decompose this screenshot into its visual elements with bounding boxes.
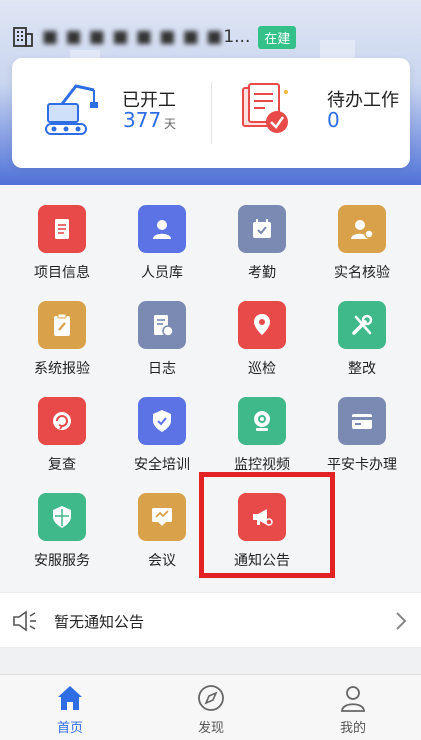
grid-item-safety-training[interactable]: 安全培训 (112, 392, 212, 482)
grid-item-label: 复查 (48, 457, 76, 473)
grid-item-rectification[interactable]: 整改 (312, 296, 412, 386)
calendar-check-icon (238, 205, 286, 253)
camera-icon (238, 397, 286, 445)
grid-item-system-inspection[interactable]: 系统报验 (12, 296, 112, 386)
grid-item-label: 监控视频 (234, 457, 290, 473)
presentation-icon (138, 493, 186, 541)
grid-item-label: 安全培训 (134, 457, 190, 473)
grid-item-label: 安服服务 (34, 553, 90, 569)
grid-item-recheck[interactable]: 复查 (12, 392, 112, 482)
grid-item-realname-verify[interactable]: 实名核验 (312, 200, 412, 290)
compass-icon (198, 685, 224, 711)
notice-text: 暂无通知公告 (54, 613, 145, 631)
todo-document-icon (242, 83, 288, 133)
grid-item-project-info[interactable]: 项目信息 (12, 200, 112, 290)
grid-item-label: 会议 (148, 553, 176, 569)
project-name: ■ ■ ■ ■ ■ ■ ■ ■ (42, 27, 224, 47)
stat-todo[interactable]: 待办工作 0 (211, 58, 410, 168)
grid-item-label: 考勤 (248, 265, 276, 281)
tab-home[interactable]: 首页 (20, 683, 120, 739)
document-list-icon (38, 205, 86, 253)
chevron-right-icon[interactable] (395, 611, 407, 631)
shield-icon (38, 493, 86, 541)
project-title-bar[interactable]: ■ ■ ■ ■ ■ ■ ■ ■ 1... 在建 (12, 24, 297, 50)
card-icon (338, 397, 386, 445)
tab-discover-label: 发现 (197, 721, 224, 736)
grid-item-label: 整改 (348, 361, 376, 377)
grid-item-patrol[interactable]: 巡检 (212, 296, 312, 386)
grid-item-label: 巡检 (248, 361, 276, 377)
status-badge: 在建 (258, 25, 297, 49)
person-verify-icon (338, 205, 386, 253)
home-icon (58, 686, 82, 710)
notice-bar[interactable]: 暂无通知公告 (0, 592, 421, 648)
clipboard-tool-icon (38, 301, 86, 349)
bottom-tab-bar: 首页 发现 我的 (0, 674, 421, 740)
grid-item-meeting[interactable]: 会议 (112, 488, 212, 578)
grid-item-attendance[interactable]: 考勤 (212, 200, 312, 290)
wrench-icon (338, 301, 386, 349)
location-pin-icon (238, 301, 286, 349)
grid-item-personnel[interactable]: 人员库 (112, 200, 212, 290)
tab-discover[interactable]: 发现 (161, 683, 261, 739)
refresh-icon (38, 397, 86, 445)
tab-mine-label: 我的 (339, 721, 366, 736)
person-icon (138, 205, 186, 253)
stat-started-value: 377 (123, 108, 162, 132)
highlight-box (199, 472, 335, 578)
grid-item-security-service[interactable]: 安服服务 (12, 488, 112, 578)
crane-vehicle-icon (45, 84, 98, 135)
log-clock-icon (138, 301, 186, 349)
grid-item-label: 平安卡办理 (327, 457, 397, 473)
grid-item-log[interactable]: 日志 (112, 296, 212, 386)
grid-item-label: 系统报验 (34, 361, 90, 377)
stats-card: 已开工 377 天 待办工作 0 (12, 58, 410, 168)
grid-item-monitor-video[interactable]: 监控视频 (212, 392, 312, 482)
user-icon (341, 686, 365, 712)
stat-todo-value: 0 (327, 108, 340, 132)
grid-item-label: 日志 (148, 361, 176, 377)
content-spacer (0, 648, 421, 674)
tab-mine[interactable]: 我的 (303, 683, 403, 739)
tab-home-label: 首页 (56, 721, 83, 736)
shield-check-icon (138, 397, 186, 445)
stat-started[interactable]: 已开工 377 天 (12, 58, 211, 168)
grid-item-safety-card[interactable]: 平安卡办理 (312, 392, 412, 482)
speaker-icon (13, 610, 36, 632)
grid-item-label: 项目信息 (34, 265, 90, 281)
stat-started-unit: 天 (164, 117, 177, 131)
project-name-ellipsis: 1... (223, 27, 251, 47)
grid-item-label: 实名核验 (334, 265, 390, 281)
building-icon (13, 27, 33, 47)
grid-item-label: 人员库 (141, 265, 183, 281)
